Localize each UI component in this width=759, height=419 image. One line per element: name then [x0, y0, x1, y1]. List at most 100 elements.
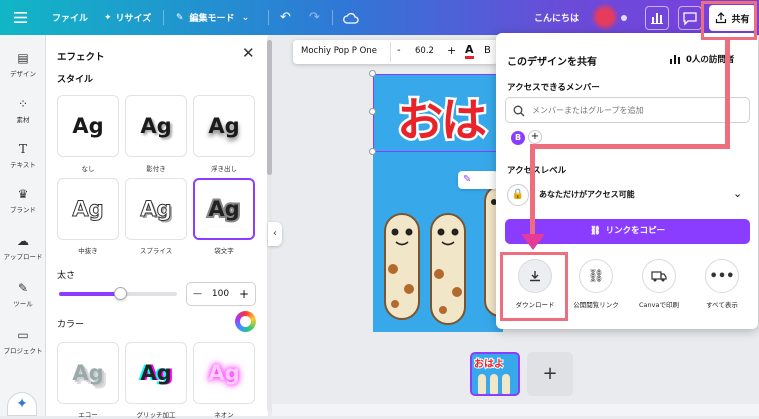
font-size-value[interactable]: 60.2 — [415, 46, 434, 56]
collapse-panel-button[interactable]: ‹ — [268, 222, 282, 246]
style-card-neon[interactable]: Ag — [193, 342, 255, 404]
print-option[interactable]: Canvaで印刷 — [629, 259, 689, 309]
elements-icon: ⁘ — [17, 97, 29, 111]
link-icon: ⛓ — [579, 259, 613, 293]
resize-handle[interactable] — [369, 148, 376, 155]
panel-title: エフェクト — [57, 52, 105, 63]
annotation-arrow-line — [530, 144, 730, 149]
style-card-lift[interactable]: Ag — [193, 95, 255, 157]
style-card-echo[interactable]: Ag — [57, 342, 119, 404]
access-level-dropdown[interactable]: 🔒 あなただけがアクセス可能 ⌄ — [505, 181, 750, 209]
file-menu[interactable]: ファイル — [52, 0, 88, 35]
page-thumbnail[interactable]: おはよ — [470, 352, 520, 396]
bottom-bar — [272, 404, 759, 416]
rail-label: デザイン — [10, 70, 36, 78]
decrease-button[interactable]: — — [193, 289, 202, 299]
rail-item-brand[interactable]: ♛ ブランド — [0, 187, 46, 214]
redo-icon[interactable]: ↷ — [309, 0, 320, 35]
style-label: エコー — [78, 411, 98, 419]
resize-button[interactable]: ✦ リサイズ — [104, 0, 151, 35]
font-selector[interactable]: Mochiy Pop P One — [301, 46, 377, 56]
copy-link-label: リンクをコピー — [605, 226, 666, 236]
thickness-slider[interactable] — [59, 287, 177, 300]
panel-scroll-thumb[interactable] — [267, 40, 272, 175]
option-label: すべて表示 — [706, 301, 738, 309]
magic-button[interactable]: ✦ — [7, 392, 37, 416]
link-icon: ⛓ — [589, 226, 601, 236]
annotation-arrow-line — [530, 144, 535, 236]
magic-edit-button[interactable]: ✎ — [458, 171, 498, 189]
cloud-save-icon[interactable] — [343, 0, 359, 35]
member-avatar[interactable]: B — [511, 131, 525, 145]
style-sample: Ag — [140, 114, 172, 138]
rail-item-elements[interactable]: ⁘ 素材 — [0, 97, 46, 124]
magic-write-icon: ✎ — [463, 174, 472, 185]
style-label: グリッチ加工 — [136, 411, 176, 419]
slider-fill — [59, 292, 120, 296]
close-icon[interactable]: ✕ — [242, 44, 255, 62]
text-icon: T — [18, 142, 27, 156]
rail-item-design[interactable]: ▤ デザイン — [0, 51, 46, 78]
insights-button[interactable] — [645, 6, 669, 30]
members-label: アクセスできるメンバー — [507, 83, 600, 93]
text-toolbar: Mochiy Pop P One - 60.2 + A B — [293, 40, 498, 64]
thickness-value[interactable]: 100 — [212, 289, 229, 299]
rail-label: ツール — [13, 300, 33, 308]
show-all-option[interactable]: ••• すべて表示 — [692, 259, 752, 309]
increase-button[interactable]: + — [239, 287, 249, 301]
font-size-increase[interactable]: + — [447, 44, 456, 57]
style-sample: Ag — [72, 361, 104, 385]
annotation-share-highlight — [701, 1, 757, 40]
avatar[interactable] — [594, 6, 616, 28]
style-card-hollow[interactable]: Ag — [57, 178, 119, 240]
access-value: あなただけがアクセス可能 — [539, 190, 635, 199]
search-icon — [513, 105, 525, 117]
style-card-splice[interactable]: Ag — [125, 178, 187, 240]
bold-icon[interactable]: B — [484, 45, 491, 56]
style-card-glitch[interactable]: Ag — [125, 342, 187, 404]
rail-item-draw[interactable]: ✎ ツール — [0, 281, 46, 308]
rail-item-text[interactable]: T テキスト — [0, 142, 46, 169]
slider-knob[interactable] — [114, 287, 127, 300]
greeting-text: こんにちは — [534, 14, 580, 24]
comment-button[interactable] — [678, 6, 702, 30]
edit-mode-label: 編集モード — [189, 14, 235, 24]
undo-icon[interactable]: ↶ — [280, 0, 291, 35]
sparkle-icon: ✦ — [104, 12, 112, 23]
color-picker-swatch[interactable] — [235, 311, 256, 332]
thickness-stepper: — 100 + — [186, 282, 256, 306]
divider — [390, 42, 391, 62]
annotation-arrow-head — [521, 234, 545, 250]
style-label: ネオン — [214, 411, 234, 419]
thickness-label: 太さ — [57, 271, 76, 281]
lock-icon: 🔒 — [507, 184, 529, 206]
resize-handle[interactable] — [369, 108, 376, 115]
member-search-input[interactable]: メンバーまたはグループを追加 — [505, 97, 750, 123]
share-title: このデザインを共有 — [507, 57, 597, 68]
rail-label: 素材 — [16, 116, 30, 124]
public-link-option[interactable]: ⛓ 公開閲覧リンク — [566, 259, 626, 309]
upload-icon: ☁ — [17, 234, 29, 248]
add-page-button[interactable]: + — [527, 352, 573, 396]
style-card-none[interactable]: Ag — [57, 95, 119, 157]
add-member-button[interactable]: + — [528, 130, 542, 144]
edit-mode-dropdown[interactable]: ✎ 編集モード ⌄ — [176, 0, 249, 35]
style-card-outline[interactable]: Ag — [193, 178, 255, 240]
draw-icon: ✎ — [17, 281, 29, 295]
style-sample: Ag — [140, 197, 172, 222]
bar-chart-icon — [651, 13, 663, 24]
style-label: スプライス — [139, 247, 173, 255]
resize-label: リサイズ — [115, 14, 152, 24]
style-card-shadow[interactable]: Ag — [125, 95, 187, 157]
rail-item-projects[interactable]: ▭ プロジェクト — [0, 328, 46, 355]
font-size-decrease[interactable]: - — [397, 45, 401, 56]
rail-item-uploads[interactable]: ☁ アップロード — [0, 234, 46, 261]
option-label: 公開閲覧リンク — [573, 301, 619, 309]
color-section-title: カラー — [57, 320, 85, 330]
left-rail: ▤ デザイン ⁘ 素材 T テキスト ♛ ブランド ☁ アップロード ✎ ツール ▭ プロジェ… — [0, 35, 46, 416]
style-sample: Ag — [208, 361, 240, 385]
menu-icon[interactable] — [14, 0, 27, 35]
resize-handle[interactable] — [369, 70, 376, 77]
text-color-button[interactable]: A — [465, 43, 474, 59]
style-label: 影付き — [146, 165, 166, 173]
